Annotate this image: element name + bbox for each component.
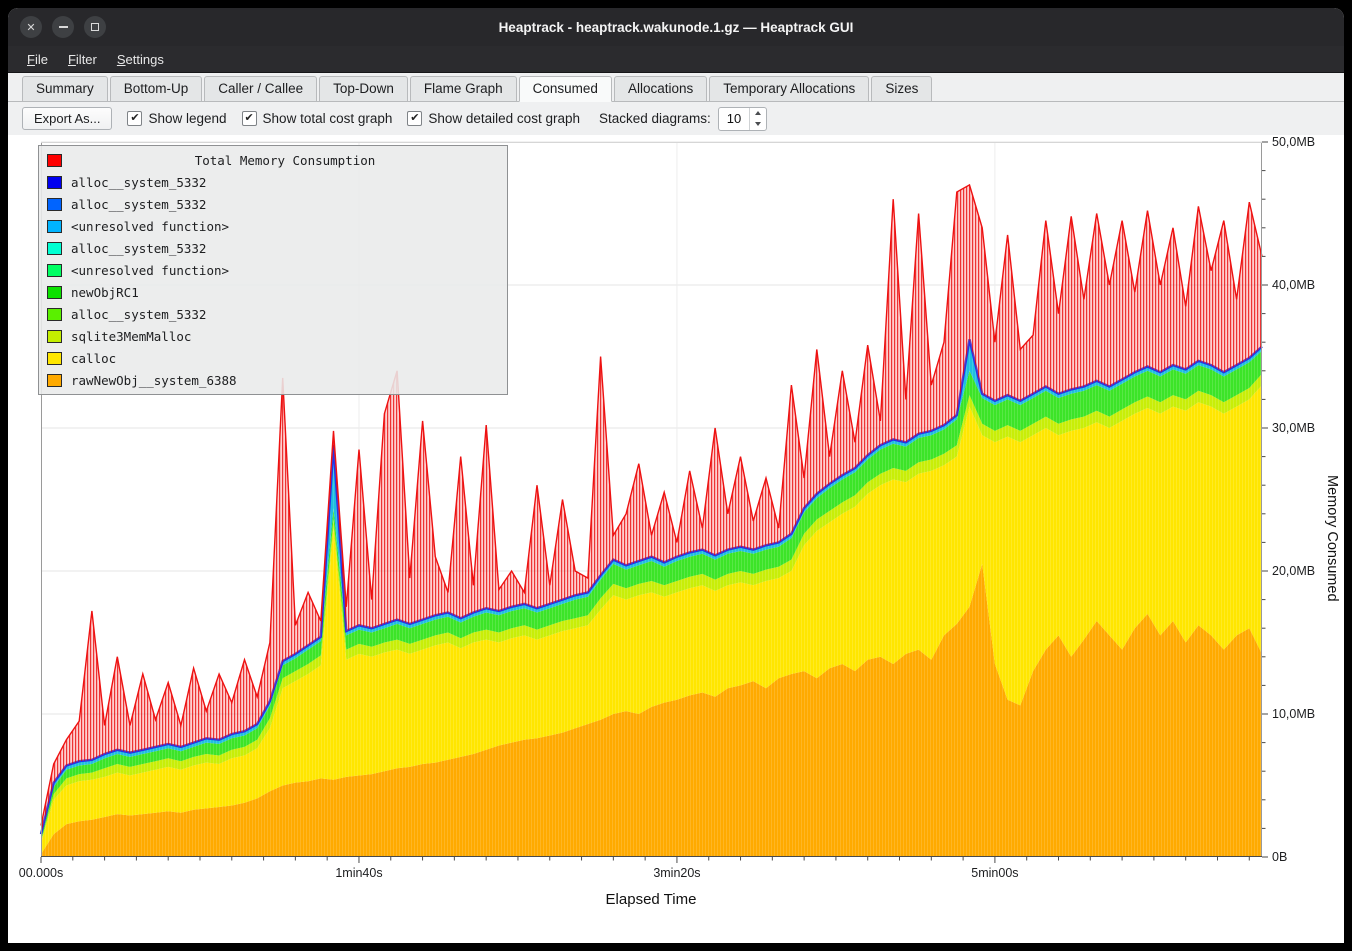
y-tick-label: 30,0MB — [1272, 420, 1315, 436]
legend-swatch — [47, 198, 62, 211]
toolbar: Export As... ✔ Show legend ✔ Show total cos… — [8, 102, 1344, 135]
legend-entry-label: calloc — [71, 351, 116, 366]
chart-legend: Total Memory Consumption alloc__system_5… — [38, 145, 508, 395]
export-as-button[interactable]: Export As... — [22, 107, 112, 130]
spinbox-up-button[interactable] — [750, 108, 766, 119]
tab-consumed[interactable]: Consumed — [519, 76, 612, 102]
legend-swatch — [47, 308, 62, 321]
checkbox-show-detailed-cost-graph[interactable]: ✔ Show detailed cost graph — [407, 111, 580, 126]
minimize-icon — [59, 26, 68, 28]
tab-temporary-allocations[interactable]: Temporary Allocations — [709, 76, 869, 102]
tab-bottom-up[interactable]: Bottom-Up — [110, 76, 203, 102]
legend-entries: alloc__system_5332 alloc__system_5332 <unr… — [43, 171, 503, 391]
legend-swatch — [47, 286, 62, 299]
minimize-button[interactable] — [52, 16, 74, 38]
window-title: Heaptrack - heaptrack.wakunode.1.gz — He… — [8, 20, 1344, 35]
legend-row-alloc-system-5332: alloc__system_5332 — [43, 237, 503, 259]
x-tick-label: 1min40s — [335, 866, 382, 880]
legend-row-unresolved-function: <unresolved function> — [43, 215, 503, 237]
y-tick-label: 20,0MB — [1272, 563, 1315, 579]
legend-entry-label: alloc__system_5332 — [71, 197, 206, 212]
y-axis-title: Memory Consumed — [1324, 475, 1340, 602]
tab-bar: SummaryBottom-UpCaller / CalleeTop-DownF… — [8, 73, 1344, 102]
checkbox-label: Show total cost graph — [263, 111, 393, 126]
y-tick-label: 10,0MB — [1272, 706, 1315, 722]
legend-row-rawnewobj-system-6388: rawNewObj__system_6388 — [43, 369, 503, 391]
legend-swatch — [47, 176, 62, 189]
stacked-diagrams-label: Stacked diagrams: — [599, 111, 711, 126]
legend-swatch — [47, 374, 62, 387]
checkbox-label: Show legend — [148, 111, 226, 126]
tab-caller-callee[interactable]: Caller / Callee — [204, 76, 317, 102]
tab-sizes[interactable]: Sizes — [871, 76, 932, 102]
menu-bar: FileFilterSettings — [8, 46, 1344, 73]
y-tick-label: 50,0MB — [1272, 134, 1315, 150]
menu-filter[interactable]: Filter — [59, 49, 106, 70]
chevron-up-icon — [755, 111, 761, 115]
legend-swatch — [47, 220, 62, 233]
tab-flame-graph[interactable]: Flame Graph — [410, 76, 517, 102]
spinbox-down-button[interactable] — [750, 119, 766, 130]
legend-entry-label: sqlite3MemMalloc — [71, 329, 191, 344]
spinbox-value: 10 — [719, 108, 749, 130]
spinbox-steppers — [749, 108, 766, 130]
legend-entry-label: alloc__system_5332 — [71, 241, 206, 256]
titlebar[interactable]: ✕ Heaptrack - heaptrack.wakunode.1.gz — … — [8, 8, 1344, 46]
tab-allocations[interactable]: Allocations — [614, 76, 707, 102]
legend-swatch — [47, 242, 62, 255]
legend-entry-label: <unresolved function> — [71, 219, 229, 234]
legend-swatch — [47, 330, 62, 343]
legend-row-unresolved-function: <unresolved function> — [43, 259, 503, 281]
menu-file[interactable]: File — [18, 49, 57, 70]
x-tick-label: 5min00s — [971, 866, 1018, 880]
legend-row-calloc: calloc — [43, 347, 503, 369]
legend-entry-label: <unresolved function> — [71, 263, 229, 278]
menu-settings[interactable]: Settings — [108, 49, 173, 70]
legend-row-sqlite3memmalloc: sqlite3MemMalloc — [43, 325, 503, 347]
checkbox-box[interactable]: ✔ — [127, 111, 142, 126]
checkbox-box[interactable]: ✔ — [407, 111, 422, 126]
x-tick-label: 00.000s — [19, 866, 63, 880]
legend-row-alloc-system-5332: alloc__system_5332 — [43, 193, 503, 215]
x-tick-label: 3min20s — [653, 866, 700, 880]
legend-swatch — [47, 352, 62, 365]
tab-top-down[interactable]: Top-Down — [319, 76, 408, 102]
legend-entry-label: newObjRC1 — [71, 285, 139, 300]
window-controls: ✕ — [20, 16, 106, 38]
legend-swatch-total-memory — [47, 154, 62, 167]
legend-swatch — [47, 264, 62, 277]
legend-entry-label: alloc__system_5332 — [71, 307, 206, 322]
stacked-diagrams-spinbox[interactable]: 10 — [718, 107, 767, 131]
legend-entry-label: alloc__system_5332 — [71, 175, 206, 190]
y-tick-label: 40,0MB — [1272, 277, 1315, 293]
chart-area: 0B 10,0MB 20,0MB 30,0MB 40,0MB 50,0MB 00.000s… — [8, 135, 1344, 943]
legend-entry-label: rawNewObj__system_6388 — [71, 373, 237, 388]
tab-summary[interactable]: Summary — [22, 76, 108, 102]
legend-header-row: Total Memory Consumption — [43, 149, 503, 171]
y-tick-label: 0B — [1272, 849, 1287, 865]
toolbar-checkboxes: ✔ Show legend ✔ Show total cost graph ✔ Show … — [127, 111, 580, 126]
checkbox-box[interactable]: ✔ — [242, 111, 257, 126]
legend-row-alloc-system-5332: alloc__system_5332 — [43, 303, 503, 325]
checkbox-label: Show detailed cost graph — [428, 111, 580, 126]
heaptrack-window: ✕ Heaptrack - heaptrack.wakunode.1.gz — … — [8, 8, 1344, 943]
legend-title: Total Memory Consumption — [71, 153, 499, 168]
checkbox-show-legend[interactable]: ✔ Show legend — [127, 111, 226, 126]
legend-row-alloc-system-5332: alloc__system_5332 — [43, 171, 503, 193]
maximize-icon — [91, 23, 99, 31]
checkbox-show-total-cost-graph[interactable]: ✔ Show total cost graph — [242, 111, 393, 126]
close-button[interactable]: ✕ — [20, 16, 42, 38]
legend-row-newobjrc1: newObjRC1 — [43, 281, 503, 303]
x-axis-title: Elapsed Time — [606, 891, 697, 908]
chevron-down-icon — [755, 122, 761, 126]
maximize-button[interactable] — [84, 16, 106, 38]
